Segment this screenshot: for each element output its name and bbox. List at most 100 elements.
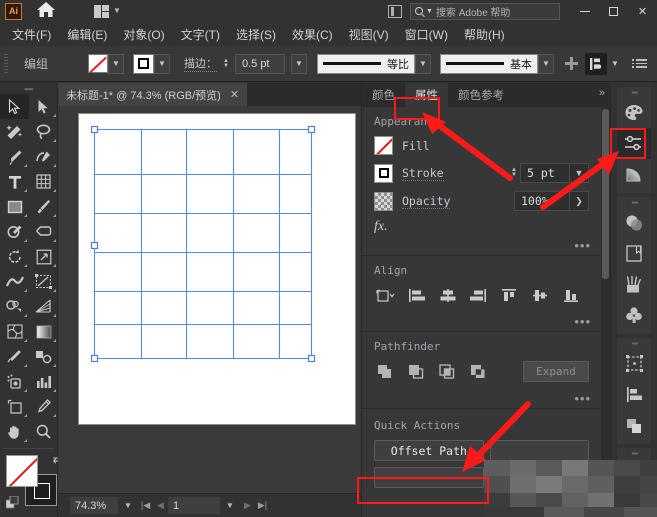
panel-toggle-icon[interactable]: [388, 4, 402, 18]
page-number-input[interactable]: 1: [168, 497, 220, 514]
zoom-dropdown-icon[interactable]: ▼: [118, 501, 138, 510]
opacity-expand-icon[interactable]: ❯: [570, 191, 589, 211]
tab-color-guide[interactable]: 颜色参考: [448, 83, 514, 107]
tab-properties[interactable]: 属性: [405, 83, 448, 107]
home-icon[interactable]: [36, 0, 56, 23]
close-icon[interactable]: ✕: [230, 88, 239, 101]
exclude-icon[interactable]: [467, 362, 489, 382]
type-tool[interactable]: [0, 169, 29, 194]
close-button[interactable]: ✕: [628, 0, 657, 22]
stroke-weight-dropdown-icon[interactable]: ▼: [290, 53, 307, 74]
workspace-switcher-icon[interactable]: ▼: [94, 4, 121, 18]
align-left-icon[interactable]: [405, 285, 429, 305]
next-page-icon[interactable]: ▶: [240, 500, 255, 511]
perspective-grid-tool[interactable]: [29, 294, 58, 319]
menu-view[interactable]: 视图(V): [341, 23, 397, 46]
stroke-stepper[interactable]: ▲ ▼: [511, 167, 517, 178]
zoom-level-input[interactable]: 74.3%: [70, 497, 118, 514]
lasso-tool[interactable]: [29, 119, 58, 144]
page-dropdown-icon[interactable]: ▼: [220, 501, 240, 510]
properties-sliders-icon[interactable]: [617, 128, 651, 159]
align-horizontal-center-icon[interactable]: [436, 285, 460, 305]
direct-selection-tool[interactable]: [29, 94, 58, 119]
unite-icon[interactable]: [374, 362, 396, 382]
quick-action-row2-button-b[interactable]: [489, 467, 589, 488]
tools-panel-grip[interactable]: ▪▪▪▪: [0, 83, 57, 94]
dock-group-3-grip[interactable]: ▪▪▪▪: [617, 338, 651, 348]
rectangle-tool[interactable]: [0, 194, 29, 219]
dock-group-1-grip[interactable]: ▪▪▪▪: [617, 87, 651, 97]
minimize-button[interactable]: [570, 0, 599, 22]
grid-object[interactable]: [79, 114, 355, 424]
fill-color-swatch[interactable]: [88, 54, 109, 73]
line-segment-tool[interactable]: [29, 169, 58, 194]
brushes-icon[interactable]: [617, 269, 651, 300]
pathfinder-panel-icon[interactable]: [617, 410, 651, 441]
offset-path-button[interactable]: Offset Path: [374, 440, 484, 461]
maximize-button[interactable]: [599, 0, 628, 22]
fill-swatch-large[interactable]: [6, 455, 38, 487]
symbols-icon[interactable]: [617, 300, 651, 331]
magic-wand-tool[interactable]: [0, 119, 29, 144]
align-top-icon[interactable]: [497, 285, 521, 305]
menu-help[interactable]: 帮助(H): [456, 23, 513, 46]
gradient-tool[interactable]: [29, 319, 58, 344]
effects-icon[interactable]: fx.: [374, 219, 388, 235]
properties-scrollbar[interactable]: [601, 107, 610, 517]
brush-dropdown-icon[interactable]: ▼: [537, 53, 554, 74]
tab-color[interactable]: 颜色: [362, 83, 405, 107]
transform-icon[interactable]: [617, 348, 651, 379]
mesh-tool[interactable]: [0, 319, 29, 344]
stroke-weight-label[interactable]: 描边：: [184, 55, 218, 72]
opacity-swatch[interactable]: [374, 191, 393, 211]
selection-tool[interactable]: [0, 94, 29, 119]
shaper-tool[interactable]: [0, 219, 29, 244]
color-palette-icon[interactable]: [617, 97, 651, 128]
zoom-tool[interactable]: [29, 419, 58, 444]
panel-overflow-icon[interactable]: »: [599, 87, 605, 99]
control-bar-grip[interactable]: [2, 53, 12, 74]
menu-edit[interactable]: 编辑(E): [59, 23, 115, 46]
stroke-weight-input[interactable]: 5 pt: [520, 163, 570, 183]
quick-action-row2-button-a[interactable]: [374, 467, 484, 488]
brush-definition-select[interactable]: 基本: [439, 53, 538, 74]
layers-icon[interactable]: [617, 238, 651, 269]
stroke-color-swatch[interactable]: [133, 53, 155, 74]
menu-type[interactable]: 文字(T): [173, 23, 228, 46]
stroke-weight-stepper[interactable]: ▲ ▼: [223, 58, 229, 69]
opacity-grid-icon[interactable]: [561, 53, 583, 75]
stroke-profile-select[interactable]: 等比: [316, 53, 415, 74]
artboards-icon[interactable]: [617, 458, 651, 489]
quick-action-secondary-button[interactable]: [489, 440, 589, 461]
expand-button[interactable]: Expand: [523, 361, 589, 382]
prev-page-icon[interactable]: ◀: [153, 500, 168, 511]
intersect-icon[interactable]: [436, 362, 458, 382]
rotate-tool[interactable]: [0, 244, 29, 269]
align-vertical-center-icon[interactable]: [528, 285, 552, 305]
free-transform-tool[interactable]: [29, 269, 58, 294]
pathfinder-more-icon[interactable]: •••: [574, 392, 591, 405]
opacity-label[interactable]: Opacity: [402, 194, 451, 209]
width-tool[interactable]: [0, 269, 29, 294]
menu-file[interactable]: 文件(F): [4, 23, 59, 46]
menu-effect[interactable]: 效果(C): [284, 23, 341, 46]
stroke-profile-dropdown-icon[interactable]: ▼: [414, 53, 431, 74]
document-tab[interactable]: 未标题-1* @ 74.3% (RGB/预览) ✕: [58, 83, 249, 106]
artboard[interactable]: [79, 114, 355, 424]
column-graph-tool[interactable]: [29, 369, 58, 394]
scrollbar-thumb[interactable]: [602, 109, 609, 279]
slice-tool[interactable]: [29, 394, 58, 419]
default-fill-stroke-icon[interactable]: [5, 495, 20, 515]
fill-dropdown-icon[interactable]: ▼: [108, 53, 125, 74]
align-right-icon[interactable]: [466, 285, 490, 305]
stroke-weight-input[interactable]: 0.5 pt: [234, 53, 285, 74]
pen-tool[interactable]: [0, 144, 29, 169]
more-options-icon[interactable]: [631, 53, 653, 75]
search-input[interactable]: ▼ 搜索 Adobe 帮助: [410, 2, 560, 20]
menu-select[interactable]: 选择(S): [228, 23, 284, 46]
menu-object[interactable]: 对象(O): [115, 23, 172, 46]
align-more-icon[interactable]: •••: [574, 315, 591, 328]
transparency-icon[interactable]: [617, 207, 651, 238]
opacity-input[interactable]: 100%: [514, 191, 570, 211]
scale-tool[interactable]: [29, 244, 58, 269]
